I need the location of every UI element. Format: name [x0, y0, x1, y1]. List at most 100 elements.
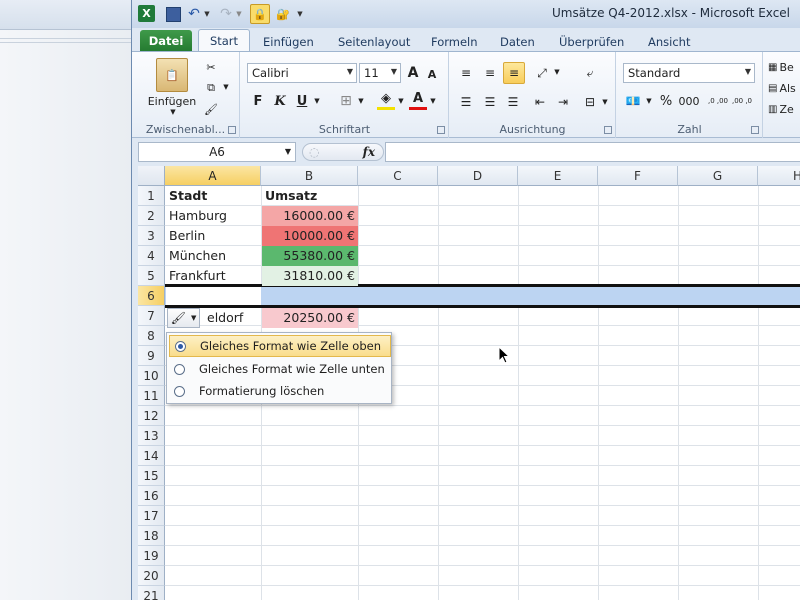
copy-dropdown-icon[interactable]: ▼	[222, 82, 230, 92]
paste-button-label[interactable]: Einfügen	[142, 94, 202, 108]
percent-button[interactable]: %	[657, 92, 675, 110]
row-header[interactable]: 2	[138, 206, 165, 226]
row-header[interactable]: 4	[138, 246, 165, 266]
row-header[interactable]: 17	[138, 506, 165, 526]
excel-app-icon[interactable]: X	[138, 5, 155, 22]
row-header[interactable]: 8	[138, 326, 165, 346]
merge-cells-icon[interactable]: ⊟	[580, 93, 600, 111]
row-header[interactable]: 7	[138, 306, 165, 326]
column-header-f[interactable]: F	[598, 166, 678, 186]
row-header-selected[interactable]: 6	[138, 286, 165, 306]
column-header-g[interactable]: G	[678, 166, 758, 186]
select-all-corner[interactable]	[138, 166, 165, 186]
tab-seitenlayout[interactable]: Seitenlayout	[338, 32, 410, 51]
column-header-b[interactable]: B	[261, 166, 358, 186]
save-icon[interactable]	[166, 7, 181, 22]
tab-datei[interactable]: Datei	[140, 30, 192, 51]
conditional-formatting-button[interactable]: ▦ Be	[768, 58, 800, 76]
merge-dropdown-icon[interactable]: ▼	[601, 97, 609, 107]
orientation-dropdown-icon[interactable]: ▼	[553, 67, 561, 77]
clipboard-launcher-icon[interactable]	[228, 126, 236, 134]
customize-qat-icon[interactable]: ▼	[295, 5, 305, 23]
option-format-same-as-below[interactable]: Gleiches Format wie Zelle unten	[169, 358, 391, 380]
row-header[interactable]: 19	[138, 546, 165, 566]
cell-a1[interactable]: Stadt	[166, 186, 261, 206]
column-header-a[interactable]: A	[165, 166, 261, 186]
font-family-select[interactable]: Calibri ▼	[247, 63, 357, 83]
tab-ansicht[interactable]: Ansicht	[648, 32, 690, 51]
redo-icon[interactable]: ↷	[218, 5, 234, 23]
tab-einfuegen[interactable]: Einfügen	[263, 32, 314, 51]
number-format-select[interactable]: Standard ▼	[623, 63, 755, 83]
bold-button[interactable]: F	[249, 92, 267, 110]
tab-formeln[interactable]: Formeln	[431, 32, 478, 51]
shrink-font-button[interactable]: A	[424, 66, 440, 82]
row-header[interactable]: 16	[138, 486, 165, 506]
cell-b5[interactable]: 31810.00 €	[262, 266, 358, 286]
option-format-same-as-above[interactable]: Gleiches Format wie Zelle oben	[169, 335, 391, 357]
cell-b7[interactable]: 20250.00 €	[262, 308, 358, 328]
cell-b4[interactable]: 55380.00 €	[262, 246, 358, 266]
font-size-select[interactable]: 11 ▼	[359, 63, 401, 83]
cell-a3[interactable]: Berlin	[166, 226, 261, 246]
number-launcher-icon[interactable]	[751, 126, 759, 134]
row-header[interactable]: 10	[138, 366, 165, 386]
row-header[interactable]: 18	[138, 526, 165, 546]
lock-icon[interactable]: 🔒	[250, 4, 270, 24]
formula-input[interactable]	[385, 142, 800, 162]
row-header[interactable]: 13	[138, 426, 165, 446]
font-launcher-icon[interactable]	[437, 126, 445, 134]
cell-b1[interactable]: Umsatz	[262, 186, 358, 206]
column-header-d[interactable]: D	[438, 166, 518, 186]
undo-dropdown-icon[interactable]: ▼	[203, 5, 211, 23]
worksheet-grid[interactable]: A B C D E F G H	[138, 166, 800, 600]
row-header[interactable]: 11	[138, 386, 165, 406]
grow-font-button[interactable]: A	[405, 64, 421, 82]
align-top-icon[interactable]: ≡	[456, 64, 476, 82]
orientation-icon[interactable]: ⤢	[532, 64, 552, 82]
underline-dropdown-icon[interactable]: ▼	[313, 96, 321, 106]
cell-styles-button[interactable]: ▥ Ze	[768, 100, 800, 118]
row-header[interactable]: 1	[138, 186, 165, 206]
currency-dropdown-icon[interactable]: ▼	[645, 96, 653, 106]
paste-icon[interactable]: 📋	[156, 58, 188, 92]
undo-icon[interactable]: ↶	[186, 5, 202, 23]
insert-options-button[interactable]: 🖌 ▼	[167, 308, 200, 328]
option-clear-formatting[interactable]: Formatierung löschen	[169, 380, 391, 402]
column-header-h[interactable]: H	[758, 166, 800, 186]
decrease-decimal-button[interactable]: ,00 ,0	[731, 90, 753, 112]
format-as-table-button[interactable]: ▤ Als	[768, 79, 800, 97]
fill-color-icon[interactable]: ◈	[377, 90, 395, 110]
borders-dropdown-icon[interactable]: ▼	[357, 96, 365, 106]
align-left-icon[interactable]: ☰	[456, 93, 476, 111]
active-cell-a6[interactable]	[166, 287, 261, 305]
cell-b2[interactable]: 16000.00 €	[262, 206, 358, 226]
redo-dropdown-icon[interactable]: ▼	[235, 5, 243, 23]
format-painter-icon[interactable]: 🖌	[202, 100, 220, 118]
increase-decimal-button[interactable]: ,0 ,00	[707, 90, 729, 112]
font-color-button[interactable]: A	[409, 90, 427, 110]
align-middle-icon[interactable]: ≡	[480, 64, 500, 82]
font-color-dropdown-icon[interactable]: ▼	[429, 96, 437, 106]
row-header[interactable]: 14	[138, 446, 165, 466]
thousands-separator-button[interactable]: 000	[677, 92, 701, 110]
cell-a7[interactable]: eldorf	[204, 308, 261, 328]
cell-b3[interactable]: 10000.00 €	[262, 226, 358, 246]
row-header[interactable]: 20	[138, 566, 165, 586]
row-header[interactable]: 5	[138, 266, 165, 286]
underline-button[interactable]: U	[293, 92, 311, 110]
tab-ueberpruefen[interactable]: Überprüfen	[559, 32, 624, 51]
row-header[interactable]: 15	[138, 466, 165, 486]
name-box[interactable]: A6 ▼	[138, 142, 296, 162]
currency-icon[interactable]: 💶	[623, 92, 643, 110]
align-right-icon[interactable]: ☰	[503, 93, 523, 111]
cancel-icon[interactable]: ◌	[309, 145, 319, 159]
cut-icon[interactable]: ✂	[202, 58, 220, 76]
lock-users-icon[interactable]: 🔐	[275, 5, 291, 23]
italic-button[interactable]: K	[271, 92, 289, 110]
row-header[interactable]: 3	[138, 226, 165, 246]
wrap-text-icon[interactable]: ⤶	[580, 64, 600, 82]
increase-indent-icon[interactable]: ⇥	[553, 93, 573, 111]
row-header[interactable]: 21	[138, 586, 165, 600]
cell-a5[interactable]: Frankfurt	[166, 266, 261, 286]
